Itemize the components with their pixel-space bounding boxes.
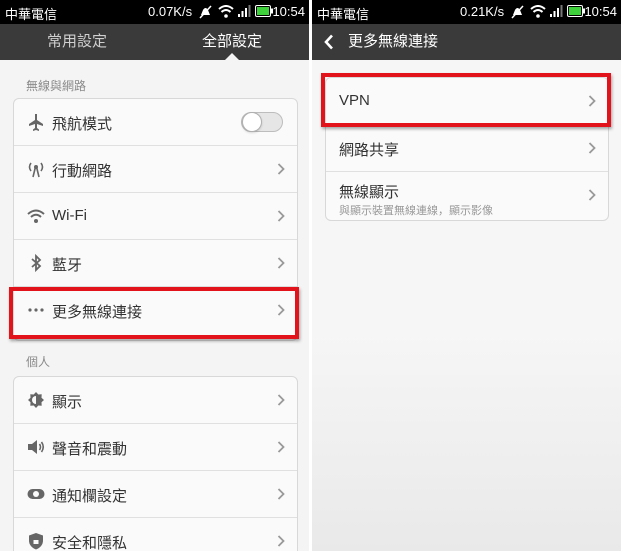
settings-item-display[interactable]: 顯示 — [14, 377, 297, 424]
chevron-right-icon — [277, 257, 285, 269]
mobile-network-icon — [28, 162, 44, 178]
settings-item-wireless-display[interactable]: 無線顯示 與顯示裝置無線連線，顯示影像 — [326, 172, 608, 220]
back-arrow-icon[interactable] — [324, 34, 334, 50]
cell-signal-icon — [550, 5, 563, 17]
chevron-right-icon — [277, 394, 285, 406]
highlight-more-wireless — [9, 287, 299, 339]
settings-item-tethering[interactable]: 網路共享 — [326, 125, 608, 172]
toggle-knob — [242, 112, 262, 132]
settings-item-label: 網路共享 — [339, 142, 400, 159]
settings-item-sound[interactable]: 聲音和震動 — [14, 424, 297, 471]
personal-settings-card: 顯示 聲音和震動 通知欄設定 安全和隱私 — [13, 376, 298, 551]
chevron-right-icon — [277, 210, 285, 222]
bluetooth-icon — [31, 253, 42, 273]
airplane-icon — [29, 114, 43, 131]
settings-item-label: 安全和隱私 — [52, 535, 128, 551]
settings-item-description: 與顯示裝置無線連線，顯示影像 — [339, 205, 493, 217]
network-rate: 0.07K/s — [148, 4, 193, 19]
shield-icon — [29, 533, 43, 550]
settings-item-label: 藍牙 — [52, 257, 83, 274]
section-header-personal: 個人 — [26, 355, 51, 369]
status-bar: 中華電信 0.21K/s 10:54 — [312, 0, 621, 24]
carrier-name: 中華電信 — [5, 7, 58, 22]
settings-tab-bar: 常用設定 全部設定 — [0, 24, 309, 60]
speaker-icon — [28, 440, 45, 454]
active-tab-indicator — [225, 53, 239, 60]
chevron-right-icon — [277, 163, 285, 175]
chevron-right-icon — [277, 441, 285, 453]
tab-common-settings[interactable]: 常用設定 — [0, 24, 154, 60]
cell-signal-icon — [238, 5, 251, 17]
wifi-signal-icon — [530, 5, 546, 18]
chevron-right-icon — [588, 142, 596, 154]
settings-item-label: 無線顯示 — [339, 184, 400, 201]
airplane-mode-toggle[interactable] — [241, 112, 283, 132]
more-wireless-screen: 中華電信 0.21K/s 10:54 更多無線連接 VPN 網路共享 無線顯示 … — [312, 0, 621, 551]
network-rate: 0.21K/s — [460, 4, 505, 19]
notification-bar-icon — [27, 489, 45, 499]
settings-item-label: 顯示 — [52, 394, 83, 411]
highlight-vpn — [321, 73, 611, 127]
title-bar: 更多無線連接 — [312, 24, 621, 60]
carrier-name: 中華電信 — [317, 7, 370, 22]
settings-item-label: 通知欄設定 — [52, 488, 128, 505]
brightness-icon — [28, 392, 44, 408]
chevron-right-icon — [588, 189, 596, 201]
settings-item-label: 聲音和震動 — [52, 441, 128, 458]
battery-icon — [567, 5, 585, 17]
status-bar: 中華電信 0.07K/s 10:54 — [0, 0, 309, 24]
wifi-signal-icon — [218, 5, 234, 18]
chevron-right-icon — [277, 488, 285, 500]
all-settings-screen: 中華電信 0.07K/s 10:54 常用設定 全部設定 無線與網路 飛航模式 … — [0, 0, 309, 551]
settings-item-airplane-mode[interactable]: 飛航模式 — [14, 99, 297, 146]
mute-icon — [199, 5, 212, 19]
page-title: 更多無線連接 — [348, 33, 439, 50]
settings-item-security[interactable]: 安全和隱私 — [14, 518, 297, 551]
chevron-right-icon — [277, 535, 285, 547]
battery-icon — [255, 5, 273, 17]
settings-item-notification-bar[interactable]: 通知欄設定 — [14, 471, 297, 518]
clock: 10:54 — [584, 4, 617, 19]
settings-item-label: 飛航模式 — [52, 116, 113, 133]
mute-icon — [511, 5, 524, 19]
settings-item-bluetooth[interactable]: 藍牙 — [14, 240, 297, 287]
section-header-wireless: 無線與網路 — [26, 79, 87, 93]
settings-item-label: 行動網路 — [52, 163, 113, 180]
clock: 10:54 — [272, 4, 305, 19]
settings-item-label: Wi-Fi — [52, 207, 87, 224]
wifi-icon — [27, 209, 45, 223]
settings-item-mobile-network[interactable]: 行動網路 — [14, 146, 297, 193]
settings-item-wifi[interactable]: Wi-Fi — [14, 193, 297, 240]
